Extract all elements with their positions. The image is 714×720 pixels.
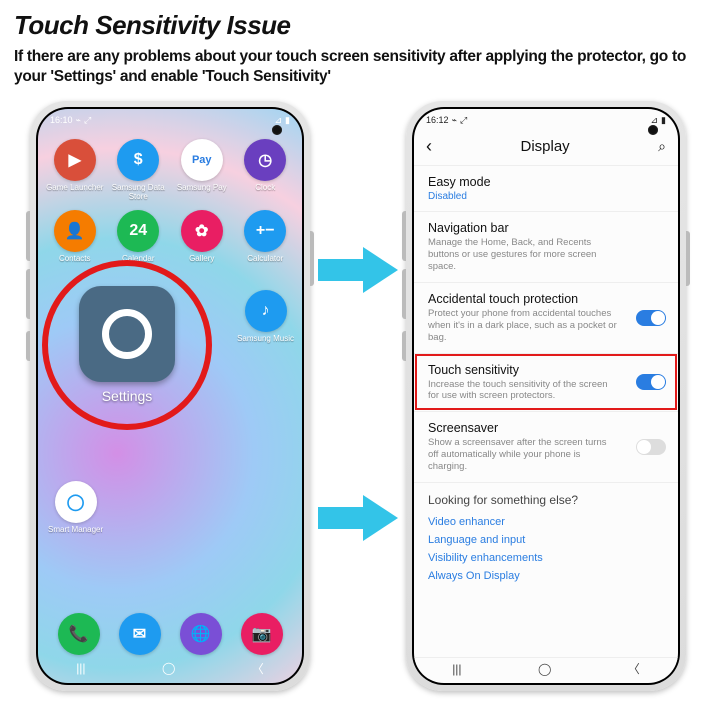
toggle[interactable] [636,310,666,326]
app-clock[interactable]: ◷Clock [235,139,297,202]
bluetooth-icon: ⌁ [76,115,81,126]
smart-manager-app[interactable]: ◯ Smart Manager [48,481,103,535]
app-samsung-data-store[interactable]: $Samsung Data Store [108,139,170,202]
app-game-launcher[interactable]: ▶Game Launcher [44,139,106,202]
status-bar: 16:10⌁⤢ ⊿▮ [38,109,302,131]
settings-header: ‹ Display ⌕ [414,131,678,165]
wifi-icon: ⊿ [275,115,283,126]
app-calendar[interactable]: 24Calendar [108,210,170,264]
setting-touch-sensitivity[interactable]: Touch sensitivityIncrease the touch sens… [414,353,678,412]
nav-bar: ||| ◯ 〈 [414,657,678,679]
settings-phone: 16:12⌁⤢ ⊿▮ ‹ Display ⌕ Easy modeDisabled… [406,101,686,691]
arrow-icon [318,245,398,295]
recents-button[interactable]: ||| [76,661,85,675]
toggle[interactable] [636,439,666,455]
back-button[interactable]: 〈 [252,660,264,677]
arrow-icon [318,493,398,543]
setting-screensaver[interactable]: ScreensaverShow a screensaver after the … [414,411,678,482]
home-button[interactable]: ◯ [538,662,551,676]
signal-icon: ▮ [285,115,290,126]
dock-app[interactable]: 📞 [58,613,100,655]
highlight-circle [42,260,212,430]
app-row: 👤Contacts24Calendar✿Gallery+−Calculator [38,202,302,264]
app-contacts[interactable]: 👤Contacts [44,210,106,264]
app-gallery[interactable]: ✿Gallery [171,210,233,264]
dock-app[interactable]: 🌐 [180,613,222,655]
setting-accidental-touch-protection[interactable]: Accidental touch protectionProtect your … [414,282,678,353]
toggle[interactable] [636,374,666,390]
search-icon[interactable]: ⌕ [658,138,666,155]
app-samsung-pay[interactable]: PaySamsung Pay [171,139,233,202]
app-calculator[interactable]: +−Calculator [235,210,297,264]
music-app[interactable]: ♪ Samsung Music [237,290,294,344]
footer-links: Looking for something else? Video enhanc… [414,482,678,595]
recents-button[interactable]: ||| [452,662,461,676]
page-subtitle: If there are any problems about your tou… [14,47,700,87]
home-phone: 16:10⌁⤢ ⊿▮ ▶Game Launcher$Samsung Data S… [30,101,310,691]
dock-app[interactable]: ✉ [119,613,161,655]
footer-title: Looking for something else? [428,493,664,507]
footer-link[interactable]: Visibility enhancements [428,549,664,567]
footer-link[interactable]: Always On Display [428,567,664,585]
dock: 📞 ✉ 🌐 📷 [38,613,302,655]
dock-app[interactable]: 📷 [241,613,283,655]
footer-link[interactable]: Language and input [428,531,664,549]
page-title: Touch Sensitivity Issue [14,10,700,41]
status-bar: 16:12⌁⤢ ⊿▮ [414,109,678,131]
back-button[interactable]: ‹ [426,136,432,157]
setting-navigation-bar[interactable]: Navigation barManage the Home, Back, and… [414,211,678,282]
screen-title: Display [520,138,569,155]
footer-link[interactable]: Video enhancer [428,513,664,531]
back-button[interactable]: 〈 [628,660,640,677]
nav-bar: ||| ◯ 〈 [38,657,302,679]
app-row: ▶Game Launcher$Samsung Data StorePaySams… [38,131,302,202]
setting-easy-mode[interactable]: Easy modeDisabled [414,165,678,211]
home-button[interactable]: ◯ [162,661,175,675]
